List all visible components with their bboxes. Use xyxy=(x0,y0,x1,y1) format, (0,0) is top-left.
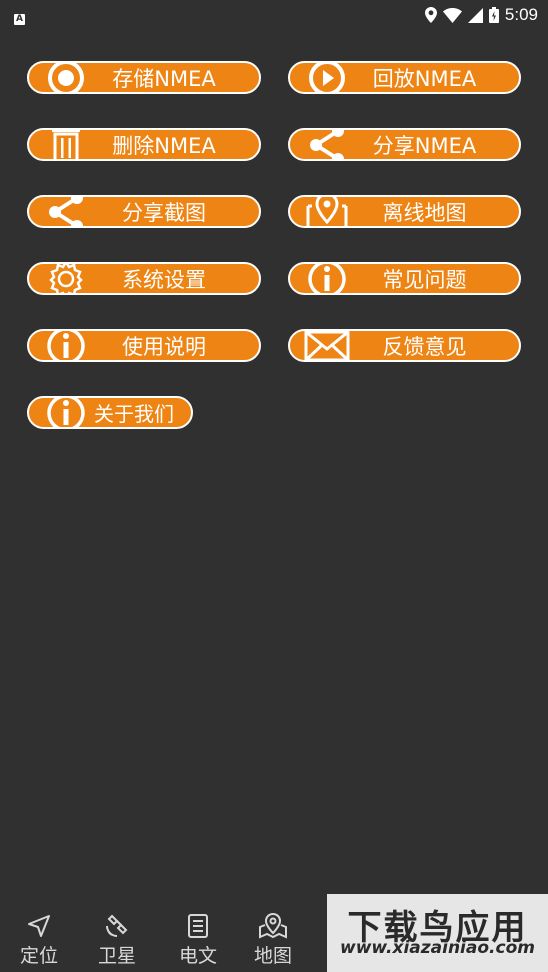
wifi-icon xyxy=(442,7,462,23)
save-nmea-button[interactable]: 存储NMEA xyxy=(27,61,261,94)
replay-nmea-button[interactable]: 回放NMEA xyxy=(288,61,521,94)
user-guide-button[interactable]: 使用说明 xyxy=(27,329,261,362)
nav-label-satellite: 卫星 xyxy=(97,945,136,967)
faq-button[interactable]: 常见问题 xyxy=(288,262,521,295)
share-screenshot-label: 分享截图 xyxy=(122,200,206,225)
feedback-button[interactable]: 反馈意见 xyxy=(288,329,521,362)
document-icon xyxy=(188,914,208,938)
faq-label: 常见问题 xyxy=(382,267,467,292)
battery-icon xyxy=(488,7,499,23)
nav-item-satellite[interactable]: 卫星 xyxy=(87,913,147,968)
system-settings-button[interactable]: 系统设置 xyxy=(27,262,261,295)
nav-label-map: 地图 xyxy=(253,945,292,967)
nav-item-map[interactable]: 地图 xyxy=(243,911,303,968)
watermark: 下载鸟应用 www.xiazainiao.com xyxy=(327,894,548,972)
share-nmea-button[interactable]: 分享NMEA xyxy=(288,128,521,161)
feedback-label: 反馈意见 xyxy=(382,334,467,359)
status-right: 5:09 xyxy=(424,5,538,25)
about-us-label: 关于我们 xyxy=(94,402,174,426)
navigation-arrow-icon xyxy=(28,915,50,937)
replay-nmea-label: 回放NMEA xyxy=(372,66,477,91)
satellite-icon xyxy=(106,914,128,937)
share-screenshot-button[interactable]: 分享截图 xyxy=(27,195,261,228)
status-left: A xyxy=(14,6,25,25)
app-notification-icon: A xyxy=(14,13,25,25)
about-us-button[interactable]: 关于我们 xyxy=(27,396,193,429)
nav-label-message: 电文 xyxy=(178,945,217,967)
signal-icon xyxy=(467,7,483,23)
nav-item-locate[interactable]: 定位 xyxy=(9,913,69,968)
offline-map-label: 离线地图 xyxy=(382,200,467,225)
watermark-url: www.xiazainiao.com xyxy=(340,938,535,958)
nav-item-message[interactable]: 电文 xyxy=(168,913,228,968)
user-guide-label: 使用说明 xyxy=(122,334,206,359)
delete-nmea-label: 删除NMEA xyxy=(112,133,216,158)
offline-map-button[interactable]: 离线地图 xyxy=(288,195,521,228)
share-nmea-label: 分享NMEA xyxy=(372,133,477,158)
status-time: 5:09 xyxy=(504,5,538,24)
nav-label-locate: 定位 xyxy=(19,945,58,967)
status-bar: A 5:09 xyxy=(0,0,548,30)
system-settings-label: 系统设置 xyxy=(122,267,206,292)
location-icon xyxy=(424,7,437,23)
save-nmea-label: 存储NMEA xyxy=(112,66,216,91)
delete-nmea-button[interactable]: 删除NMEA xyxy=(27,128,261,161)
map-icon xyxy=(259,912,287,939)
